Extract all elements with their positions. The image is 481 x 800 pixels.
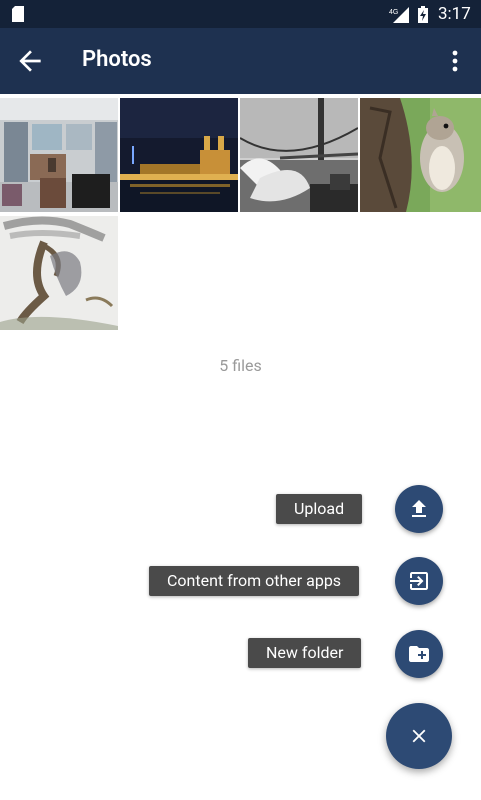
new-folder-button[interactable] (395, 630, 443, 678)
signal-icon: 4G (389, 7, 409, 23)
status-bar: 4G 3:17 (0, 0, 481, 28)
sd-card-icon (12, 6, 24, 22)
svg-text:4G: 4G (389, 9, 398, 16)
photo-thumbnail-notre-dame-night[interactable] (120, 98, 238, 212)
content-from-other-apps-label[interactable]: Content from other apps (149, 566, 360, 596)
content-from-other-apps-button[interactable] (395, 557, 443, 605)
photo-thumbnail-tree-ink-painting[interactable] (0, 216, 118, 330)
file-count-text: 5 files (219, 356, 262, 375)
import-icon (410, 572, 428, 590)
upload-icon (412, 500, 426, 517)
clock: 3:17 (438, 4, 471, 24)
more-options-button[interactable] (443, 45, 467, 77)
app-bar: Photos (0, 28, 481, 94)
close-icon (412, 729, 426, 743)
battery-charging-icon (418, 6, 428, 23)
new-folder-label[interactable]: New folder (248, 638, 362, 668)
photo-thumbnail-squirrel[interactable] (360, 98, 481, 212)
upload-button[interactable] (395, 485, 443, 533)
upload-label[interactable]: Upload (276, 494, 363, 524)
more-vert-icon (452, 50, 458, 72)
create-folder-icon (409, 646, 429, 662)
close-fab-button[interactable] (386, 703, 452, 769)
page-title: Photos (82, 47, 152, 72)
arrow-back-icon (19, 50, 41, 72)
back-button[interactable] (14, 45, 46, 77)
photo-thumbnail-golden-gate-waves[interactable] (240, 98, 358, 212)
photo-thumbnail-store-interior[interactable] (0, 98, 118, 212)
